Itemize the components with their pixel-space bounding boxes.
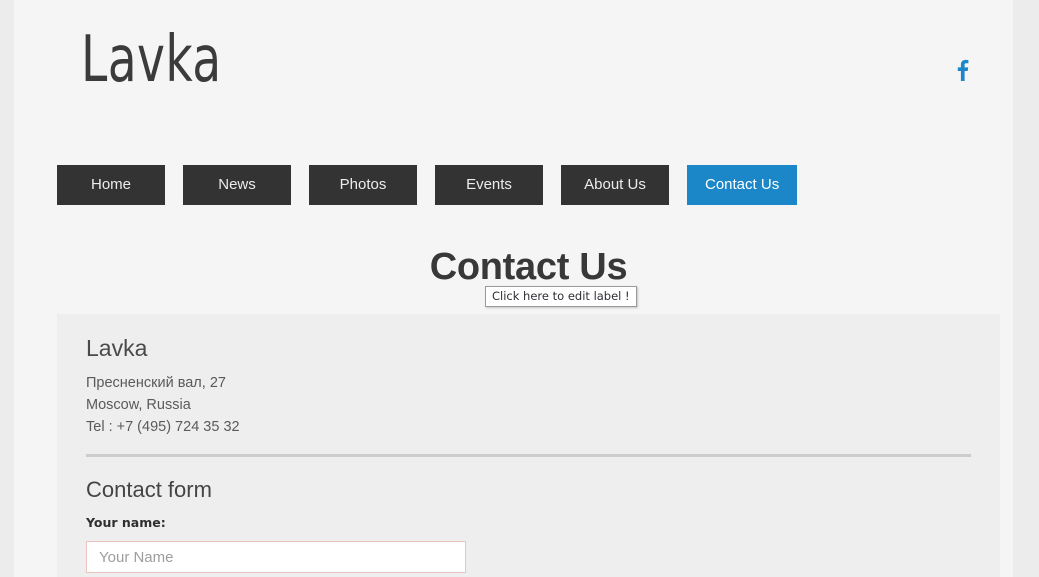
phone-line: Tel : +7 (495) 724 35 32 (86, 419, 240, 435)
browser-viewport: Lavka Home News Photos Events About Us C… (0, 0, 1039, 577)
nav-item-contact-us[interactable]: Contact Us (687, 165, 798, 205)
your-name-input[interactable] (86, 541, 466, 573)
social-links (952, 56, 974, 84)
nav-item-home[interactable]: Home (57, 165, 165, 205)
page-title[interactable]: Contact Us (57, 244, 1000, 290)
contact-form-heading: Contact form (86, 477, 212, 502)
edit-label-tooltip[interactable]: Click here to edit label ! (485, 286, 637, 307)
nav-item-photos[interactable]: Photos (309, 165, 417, 205)
organization-name: Lavka (86, 335, 148, 361)
site-header: Lavka (57, 14, 1000, 134)
brand-logo[interactable]: Lavka (81, 28, 222, 92)
page-title-container: Contact Us (57, 244, 1000, 290)
page-canvas: Lavka Home News Photos Events About Us C… (14, 0, 1013, 577)
main-navigation: Home News Photos Events About Us Contact… (57, 165, 798, 205)
nav-item-about-us[interactable]: About Us (561, 165, 669, 205)
facebook-icon[interactable] (952, 56, 974, 84)
your-name-label: Your name: (86, 515, 166, 530)
nav-item-news[interactable]: News (183, 165, 291, 205)
nav-item-events[interactable]: Events (435, 165, 543, 205)
content-panel: Lavka Пресненский вал, 27 Moscow, Russia… (57, 314, 1000, 577)
address-line-city: Moscow, Russia (86, 397, 191, 413)
address-line-street: Пресненский вал, 27 (86, 375, 226, 391)
section-divider (86, 454, 971, 457)
